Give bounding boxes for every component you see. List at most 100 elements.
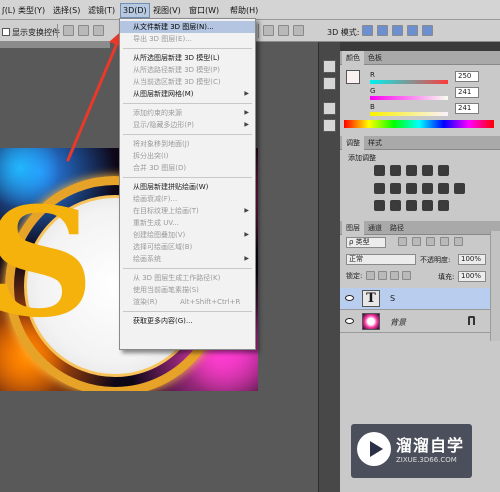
menu-item[interactable]: 拆分出突(I) (120, 150, 255, 162)
layer-name[interactable]: 背景 (390, 317, 406, 328)
threshold-icon[interactable] (406, 200, 417, 211)
character-icon[interactable] (323, 102, 336, 115)
history-icon[interactable] (323, 60, 336, 73)
roll-3d-icon[interactable] (377, 25, 388, 36)
color-balance-icon[interactable] (390, 183, 401, 194)
filter-smart-icon[interactable] (454, 237, 463, 246)
menu-item[interactable]: 选择可绘画区域(B) (120, 241, 255, 253)
menu-item-label: 从所选路径新建 3D 模型(P) (133, 66, 220, 74)
menu-item[interactable]: 绘画衰减(F)... (120, 193, 255, 205)
lock-transparency-icon[interactable] (366, 271, 375, 280)
actions-icon[interactable] (323, 77, 336, 90)
color-ramp[interactable] (344, 120, 494, 128)
tab-swatches[interactable]: 色板 (364, 51, 386, 65)
blend-mode-select[interactable]: 正常 (346, 254, 416, 265)
drag-3d-icon[interactable] (392, 25, 403, 36)
menu-item[interactable]: 绘画系统 ▶ (120, 253, 255, 265)
vibrance-icon[interactable] (438, 165, 449, 176)
channel-mixer-icon[interactable] (438, 183, 449, 194)
menu-item[interactable]: 从图层新建网格(M) ▶ (120, 88, 255, 100)
layer-name[interactable]: S (390, 294, 395, 303)
invert-icon[interactable] (374, 200, 385, 211)
menu-item[interactable]: 将对象移到地面(J) (120, 138, 255, 150)
adjust-panel-tabs: 调整 样式 (340, 136, 500, 150)
menu-item[interactable]: 获取更多内容(G)... (120, 315, 255, 327)
menu-item[interactable]: 从当前选区新建 3D 模型(C) (120, 76, 255, 88)
menu-type[interactable]: 类型(Y) (16, 4, 47, 17)
layer-row-background[interactable]: 背景 (340, 311, 490, 333)
menu-item[interactable]: 在目标纹理上绘画(T) ▶ (120, 205, 255, 217)
menu-view[interactable]: 视图(V) (151, 4, 183, 17)
rotate-3d-icon[interactable] (362, 25, 373, 36)
distribute-icon[interactable] (263, 25, 274, 36)
b-slider[interactable] (370, 112, 448, 116)
distribute-icon[interactable] (278, 25, 289, 36)
tab-channels[interactable]: 通道 (364, 221, 386, 235)
hue-saturation-icon[interactable] (374, 183, 385, 194)
menu-help[interactable]: 帮助(H) (228, 4, 260, 17)
posterize-icon[interactable] (390, 200, 401, 211)
menu-item[interactable]: 使用当前画笔素描(S) (120, 284, 255, 296)
g-value[interactable]: 241 (455, 87, 479, 98)
visibility-eye-icon[interactable] (345, 318, 354, 324)
menu-3d[interactable]: 3D(D) (120, 3, 150, 18)
distribute-icon[interactable] (293, 25, 304, 36)
exposure-icon[interactable] (422, 165, 433, 176)
filter-text-icon[interactable] (426, 237, 435, 246)
color-lookup-icon[interactable] (454, 183, 465, 194)
menu-item[interactable]: 从所选图层新建 3D 模型(L) (120, 52, 255, 64)
menu-item[interactable]: 导出 3D 图层(E)... (120, 33, 255, 45)
menu-select[interactable]: 选择(S) (51, 4, 82, 17)
levels-icon[interactable] (390, 165, 401, 176)
tab-styles[interactable]: 样式 (364, 136, 386, 150)
lock-pixels-icon[interactable] (378, 271, 387, 280)
menu-item[interactable]: 显示/隐藏多边形(P) ▶ (120, 119, 255, 131)
menu-filter[interactable]: 滤镜(T) (86, 4, 117, 17)
menu-item[interactable]: 从 3D 图层生成工作路径(K) (120, 272, 255, 284)
menu-item[interactable]: 渲染(R) Alt+Shift+Ctrl+R (120, 296, 255, 308)
menu-item[interactable]: 创建绘图叠加(V) ▶ (120, 229, 255, 241)
r-slider[interactable] (370, 80, 448, 84)
slide-3d-icon[interactable] (407, 25, 418, 36)
menu-layer[interactable]: ʃ(L) (0, 4, 17, 17)
opacity-input[interactable]: 100% (458, 254, 486, 265)
toolbar-divider (57, 24, 58, 38)
photo-filter-icon[interactable] (422, 183, 433, 194)
lock-all-icon[interactable] (402, 271, 411, 280)
lock-position-icon[interactable] (390, 271, 399, 280)
curves-icon[interactable] (406, 165, 417, 176)
menu-window[interactable]: 窗口(W) (187, 4, 221, 17)
paragraph-icon[interactable] (323, 119, 336, 132)
menu-item[interactable]: 从图层新建拼贴绘画(W) (120, 181, 255, 193)
menu-item-label: 导出 3D 图层(E)... (133, 35, 192, 43)
tab-paths[interactable]: 路径 (386, 221, 408, 235)
menu-item-label: 将对象移到地面(J) (133, 140, 190, 148)
menu-item[interactable]: 重新生成 UV... (120, 217, 255, 229)
layer-row-text[interactable]: T S (340, 288, 490, 310)
menu-separator (123, 268, 252, 269)
show-transform-checkbox[interactable] (2, 28, 10, 36)
visibility-eye-icon[interactable] (345, 295, 354, 301)
filter-pixel-icon[interactable] (398, 237, 407, 246)
menu-item[interactable]: 合并 3D 图层(D) (120, 162, 255, 174)
scale-3d-icon[interactable] (422, 25, 433, 36)
filter-adjust-icon[interactable] (412, 237, 421, 246)
foreground-color-swatch[interactable] (346, 70, 360, 84)
tab-adjustments[interactable]: 调整 (342, 136, 364, 150)
tab-color[interactable]: 颜色 (342, 51, 364, 65)
menu-item[interactable]: 从文件新建 3D 图层(N)... (120, 21, 255, 33)
selective-color-icon[interactable] (422, 200, 433, 211)
r-value[interactable]: 250 (455, 71, 479, 82)
fill-input[interactable]: 100% (458, 271, 486, 282)
tab-layers[interactable]: 图层 (342, 221, 364, 235)
g-slider[interactable] (370, 96, 448, 100)
gradient-map-icon[interactable] (438, 200, 449, 211)
b-value[interactable]: 241 (455, 103, 479, 114)
menu-item[interactable]: 添加约束的来源 ▶ (120, 107, 255, 119)
layer-filter-select[interactable]: ρ 类型 (346, 237, 386, 248)
black-white-icon[interactable] (406, 183, 417, 194)
menu-item[interactable]: 从所选路径新建 3D 模型(P) (120, 64, 255, 76)
layers-scrollbar[interactable] (490, 231, 500, 341)
filter-shape-icon[interactable] (440, 237, 449, 246)
brightness-icon[interactable] (374, 165, 385, 176)
